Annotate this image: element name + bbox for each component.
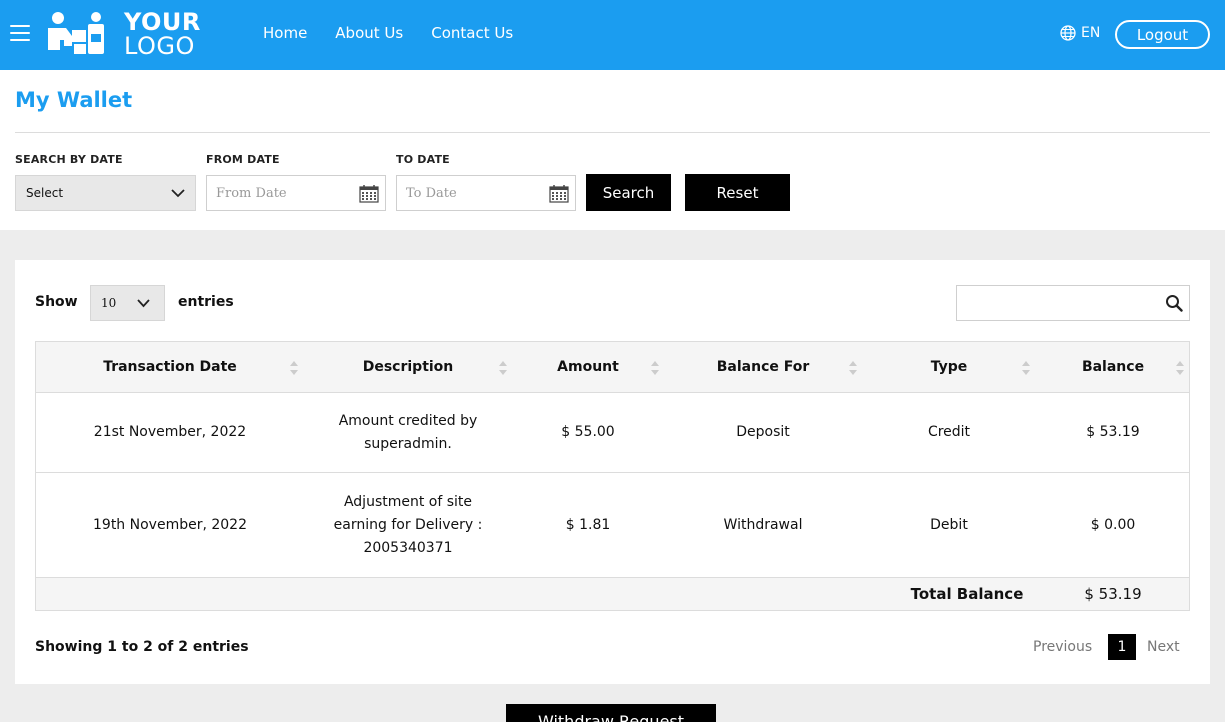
sort-icon[interactable] [1176,361,1184,375]
search-by-date-value: Select [26,186,64,200]
sort-icon[interactable] [849,361,857,375]
chevron-down-icon [137,298,150,307]
table-search-field[interactable] [956,285,1190,321]
page-1-button[interactable]: 1 [1108,634,1136,660]
cell-description: Amount credited by superadmin. [338,412,478,452]
show-label: Show [35,294,78,310]
table-row: 21st November, 2022 Amount credited by s… [36,393,1189,473]
search-icon[interactable] [1165,294,1183,312]
top-header: YOUR LOGO Home About Us Contact Us EN Lo… [0,0,1225,70]
col-type[interactable]: Type [862,342,1036,392]
col-transaction-date[interactable]: Transaction Date [36,342,304,392]
logo-text: YOUR LOGO [124,10,201,58]
table-search-input[interactable] [957,286,1157,320]
sort-icon[interactable] [499,361,507,375]
logo[interactable]: YOUR LOGO [44,10,209,60]
next-page-button[interactable]: Next [1147,639,1180,655]
to-date-label: TO DATE [396,153,450,166]
calendar-icon[interactable] [359,184,379,203]
table-header-row: Transaction Date Description Amount Bala… [36,342,1189,393]
nav-home[interactable]: Home [263,24,307,42]
cell-balance-for: Deposit [736,424,790,440]
table-row: 19th November, 2022 Adjustment of site e… [36,473,1189,578]
reset-button[interactable]: Reset [685,174,790,211]
hamburger-menu-icon[interactable] [10,25,30,43]
entries-select[interactable]: 10 [90,285,165,321]
cell-description: Adjustment of site earning for Delivery … [333,493,483,556]
search-by-date-select[interactable]: Select [15,175,196,211]
entries-label: entries [178,294,234,310]
withdraw-request-button[interactable]: Withdraw Request [506,704,716,722]
table-footer-row: Total Balance $ 53.19 [36,578,1189,610]
from-date-field[interactable] [206,175,386,211]
title-divider [15,132,1210,133]
cell-type: Debit [930,516,968,533]
logo-line1: YOUR [124,8,201,36]
calendar-icon[interactable] [549,184,569,203]
cell-balance: $ 53.19 [1086,424,1140,440]
col-label: Description [362,358,454,375]
cell-transaction-date: 21st November, 2022 [93,424,247,440]
from-date-label: FROM DATE [206,153,280,166]
search-button[interactable]: Search [586,174,671,211]
logo-line2: LOGO [124,32,195,60]
from-date-input[interactable] [207,176,347,210]
col-label: Transaction Date [103,358,237,375]
pagination-info: Showing 1 to 2 of 2 entries [35,639,249,655]
col-amount[interactable]: Amount [512,342,664,392]
transactions-table: Transaction Date Description Amount Bala… [35,341,1190,611]
col-description[interactable]: Description [304,342,512,392]
logout-button[interactable]: Logout [1115,20,1210,49]
main-nav: Home About Us Contact Us [263,24,513,42]
cell-type: Credit [927,424,971,440]
cell-transaction-date: 19th November, 2022 [93,516,247,533]
search-by-date-label: SEARCH BY DATE [15,153,123,166]
to-date-input[interactable] [397,176,537,210]
globe-icon [1060,25,1076,41]
cell-balance-for: Withdrawal [723,516,803,533]
total-balance-value: $ 53.19 [1084,584,1142,603]
col-label: Balance For [716,358,810,375]
sort-icon[interactable] [290,361,298,375]
nav-contact-us[interactable]: Contact Us [431,24,513,42]
previous-page-button[interactable]: Previous [1033,639,1092,655]
col-label: Type [930,358,968,375]
col-balance[interactable]: Balance [1036,342,1190,392]
language-label: EN [1081,25,1101,41]
to-date-field[interactable] [396,175,576,211]
nav-about-us[interactable]: About Us [335,24,403,42]
language-selector[interactable]: EN [1060,25,1100,41]
cell-balance: $ 0.00 [1090,516,1136,533]
delivery-logo-icon [48,12,104,54]
col-label: Amount [557,358,619,375]
col-balance-for[interactable]: Balance For [664,342,862,392]
cell-amount: $ 1.81 [565,516,611,533]
cell-amount: $ 55.00 [561,424,615,440]
chevron-down-icon [171,188,185,197]
page-title: My Wallet [15,88,133,112]
entries-value: 10 [101,296,117,310]
sort-icon[interactable] [651,361,659,375]
col-label: Balance [1081,358,1145,375]
sort-icon[interactable] [1022,361,1030,375]
